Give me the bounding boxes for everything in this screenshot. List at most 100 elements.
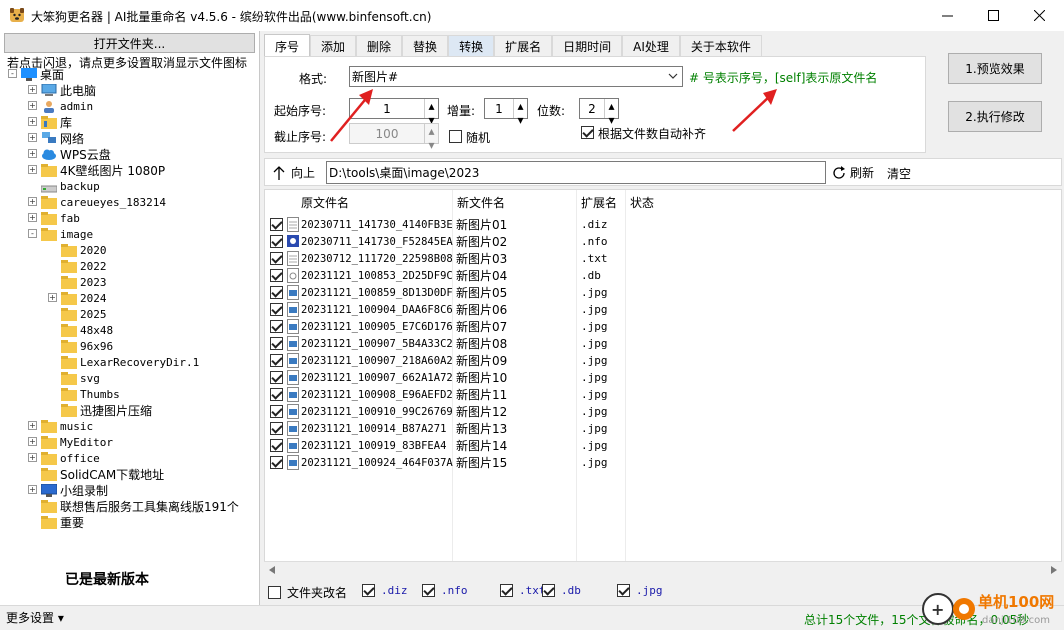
tree-node[interactable]: 此电脑 xyxy=(41,82,96,98)
ext-filter-option[interactable]: .txt xyxy=(500,584,546,597)
tree-node[interactable]: Thumbs xyxy=(61,386,120,402)
tab-2[interactable]: 删除 xyxy=(356,35,403,56)
ext-filter-option[interactable]: .diz xyxy=(362,584,408,597)
tree-expander-icon[interactable]: + xyxy=(48,293,57,302)
tree-expander-icon[interactable]: + xyxy=(28,101,37,110)
tree-expander-icon[interactable]: + xyxy=(28,149,37,158)
tab-4[interactable]: 转换 xyxy=(448,35,495,56)
spin-up-icon[interactable]: ▴ xyxy=(514,99,527,113)
tab-8[interactable]: 关于本软件 xyxy=(679,35,762,56)
col-status[interactable]: 状态 xyxy=(626,190,746,214)
spin-up-icon[interactable]: ▴ xyxy=(425,124,438,138)
path-input[interactable]: D:\tools\桌面\image\2023 xyxy=(326,161,826,184)
tree-node[interactable]: 重要 xyxy=(41,514,84,530)
row-checkbox[interactable] xyxy=(270,303,283,316)
table-row[interactable]: 20230711_141730_4140FB3E 新图片01 .diz xyxy=(265,216,1061,233)
table-row[interactable]: 20231121_100919_83BFEA4 新图片14 .jpg xyxy=(265,437,1061,454)
folder-rename-checkbox[interactable] xyxy=(268,586,281,599)
table-row[interactable]: 20230711_141730_F52845EA 新图片02 .nfo xyxy=(265,233,1061,250)
scroll-left-icon[interactable] xyxy=(268,566,276,574)
tree-node[interactable]: backup xyxy=(41,178,100,194)
table-row[interactable]: 20230712_111720_22598B08 新图片03 .txt xyxy=(265,250,1061,267)
clear-button[interactable]: 清空 xyxy=(887,165,911,182)
spin-down-icon[interactable]: ▾ xyxy=(425,138,438,152)
refresh-button[interactable]: 刷新 xyxy=(831,164,874,181)
maximize-button[interactable] xyxy=(970,0,1016,31)
tree-node[interactable]: LexarRecoveryDir.1 xyxy=(61,354,199,370)
tree-expander-icon[interactable]: + xyxy=(28,165,37,174)
tree-node[interactable]: 小组录制 xyxy=(41,482,108,498)
table-row[interactable]: 20231121_100905_E7C6D176 新图片07 .jpg xyxy=(265,318,1061,335)
scroll-right-icon[interactable] xyxy=(1050,566,1058,574)
ext-filter-option[interactable]: .nfo xyxy=(422,584,468,597)
up-button[interactable]: 向上 xyxy=(273,164,315,181)
col-extension[interactable]: 扩展名 xyxy=(577,190,626,214)
tree-node[interactable]: music xyxy=(41,418,93,434)
tree-node[interactable]: 2025 xyxy=(61,306,107,322)
tree-node[interactable]: 96x96 xyxy=(61,338,113,354)
folder-rename-option[interactable]: 文件夹改名 xyxy=(268,584,347,601)
row-checkbox[interactable] xyxy=(270,337,283,350)
tab-3[interactable]: 替换 xyxy=(402,35,449,56)
tree-node[interactable]: 2023 xyxy=(61,274,107,290)
ext-filter-option[interactable]: .db xyxy=(542,584,581,597)
preview-button[interactable]: 1.预览效果 xyxy=(948,53,1042,84)
tree-node[interactable]: 48x48 xyxy=(61,322,113,338)
spin-down-icon[interactable]: ▾ xyxy=(514,113,527,127)
table-row[interactable]: 20231121_100924_464F037A 新图片15 .jpg xyxy=(265,454,1061,471)
execute-button[interactable]: 2.执行修改 xyxy=(948,101,1042,132)
table-row[interactable]: 20231121_100910_99C26769 新图片12 .jpg xyxy=(265,403,1061,420)
row-checkbox[interactable] xyxy=(270,286,283,299)
tree-node[interactable]: WPS云盘 xyxy=(41,146,111,162)
row-checkbox[interactable] xyxy=(270,388,283,401)
tree-node[interactable]: careueyes_183214 xyxy=(41,194,166,210)
tree-expander-icon[interactable]: + xyxy=(28,421,37,430)
ext-filter-checkbox[interactable] xyxy=(542,584,555,597)
spin-up-icon[interactable]: ▴ xyxy=(605,99,618,113)
tree-node[interactable]: SolidCAM下载地址 xyxy=(41,466,164,482)
tree-node[interactable]: 2020 xyxy=(61,242,107,258)
col-new-name[interactable]: 新文件名 xyxy=(453,190,577,214)
tree-node[interactable]: 联想售后服务工具集离线版191个 xyxy=(41,498,239,514)
tab-6[interactable]: 日期时间 xyxy=(552,35,623,56)
more-settings-button[interactable]: 更多设置 ▾ xyxy=(6,609,64,626)
tree-node[interactable]: admin xyxy=(41,98,93,114)
ext-filter-checkbox[interactable] xyxy=(422,584,435,597)
tree-node[interactable]: MyEditor xyxy=(41,434,113,450)
close-button[interactable] xyxy=(1016,0,1062,31)
tree-expander-icon[interactable]: + xyxy=(28,117,37,126)
tree-node[interactable]: image xyxy=(41,226,93,242)
tree-expander-icon[interactable]: + xyxy=(28,133,37,142)
tree-expander-icon[interactable]: + xyxy=(28,485,37,494)
ext-filter-option[interactable]: .jpg xyxy=(617,584,663,597)
format-combo[interactable]: 新图片# xyxy=(349,66,683,87)
table-row[interactable]: 20231121_100853_2D25DF9C 新图片04 .db xyxy=(265,267,1061,284)
row-checkbox[interactable] xyxy=(270,252,283,265)
open-folder-button[interactable]: 打开文件夹... xyxy=(4,33,255,53)
tree-node[interactable]: 桌面 xyxy=(21,66,64,82)
autopad-checkbox[interactable] xyxy=(581,126,594,139)
tree-expander-icon[interactable]: + xyxy=(28,437,37,446)
table-row[interactable]: 20231121_100907_662A1A72 新图片10 .jpg xyxy=(265,369,1061,386)
tab-5[interactable]: 扩展名 xyxy=(494,35,553,56)
tree-node[interactable]: svg xyxy=(61,370,100,386)
table-row[interactable]: 20231121_100904_DAA6F8C6 新图片06 .jpg xyxy=(265,301,1061,318)
table-row[interactable]: 20231121_100908_E96AEFD2 新图片11 .jpg xyxy=(265,386,1061,403)
tree-node[interactable]: fab xyxy=(41,210,80,226)
tree-expander-icon[interactable]: + xyxy=(28,85,37,94)
minimize-button[interactable] xyxy=(924,0,970,31)
tab-0[interactable]: 序号 xyxy=(264,34,311,57)
tree-node[interactable]: 4K壁纸图片 1080P xyxy=(41,162,165,178)
tree-expander-icon[interactable]: - xyxy=(28,229,37,238)
table-row[interactable]: 20231121_100859_8D13D0DF 新图片05 .jpg xyxy=(265,284,1061,301)
tab-7[interactable]: AI处理 xyxy=(622,35,680,56)
digits-spinner[interactable]: 2 ▴ ▾ xyxy=(579,98,619,127)
row-checkbox[interactable] xyxy=(270,405,283,418)
increment-spinner[interactable]: 1 ▴ ▾ xyxy=(484,98,528,127)
tree-node[interactable]: 2024 xyxy=(61,290,107,306)
tree-node[interactable]: 网络 xyxy=(41,130,84,146)
tree-node[interactable]: 迅捷图片压缩 xyxy=(61,402,152,418)
row-checkbox[interactable] xyxy=(270,456,283,469)
ext-filter-checkbox[interactable] xyxy=(362,584,375,597)
tree-node[interactable]: 库 xyxy=(41,114,72,130)
